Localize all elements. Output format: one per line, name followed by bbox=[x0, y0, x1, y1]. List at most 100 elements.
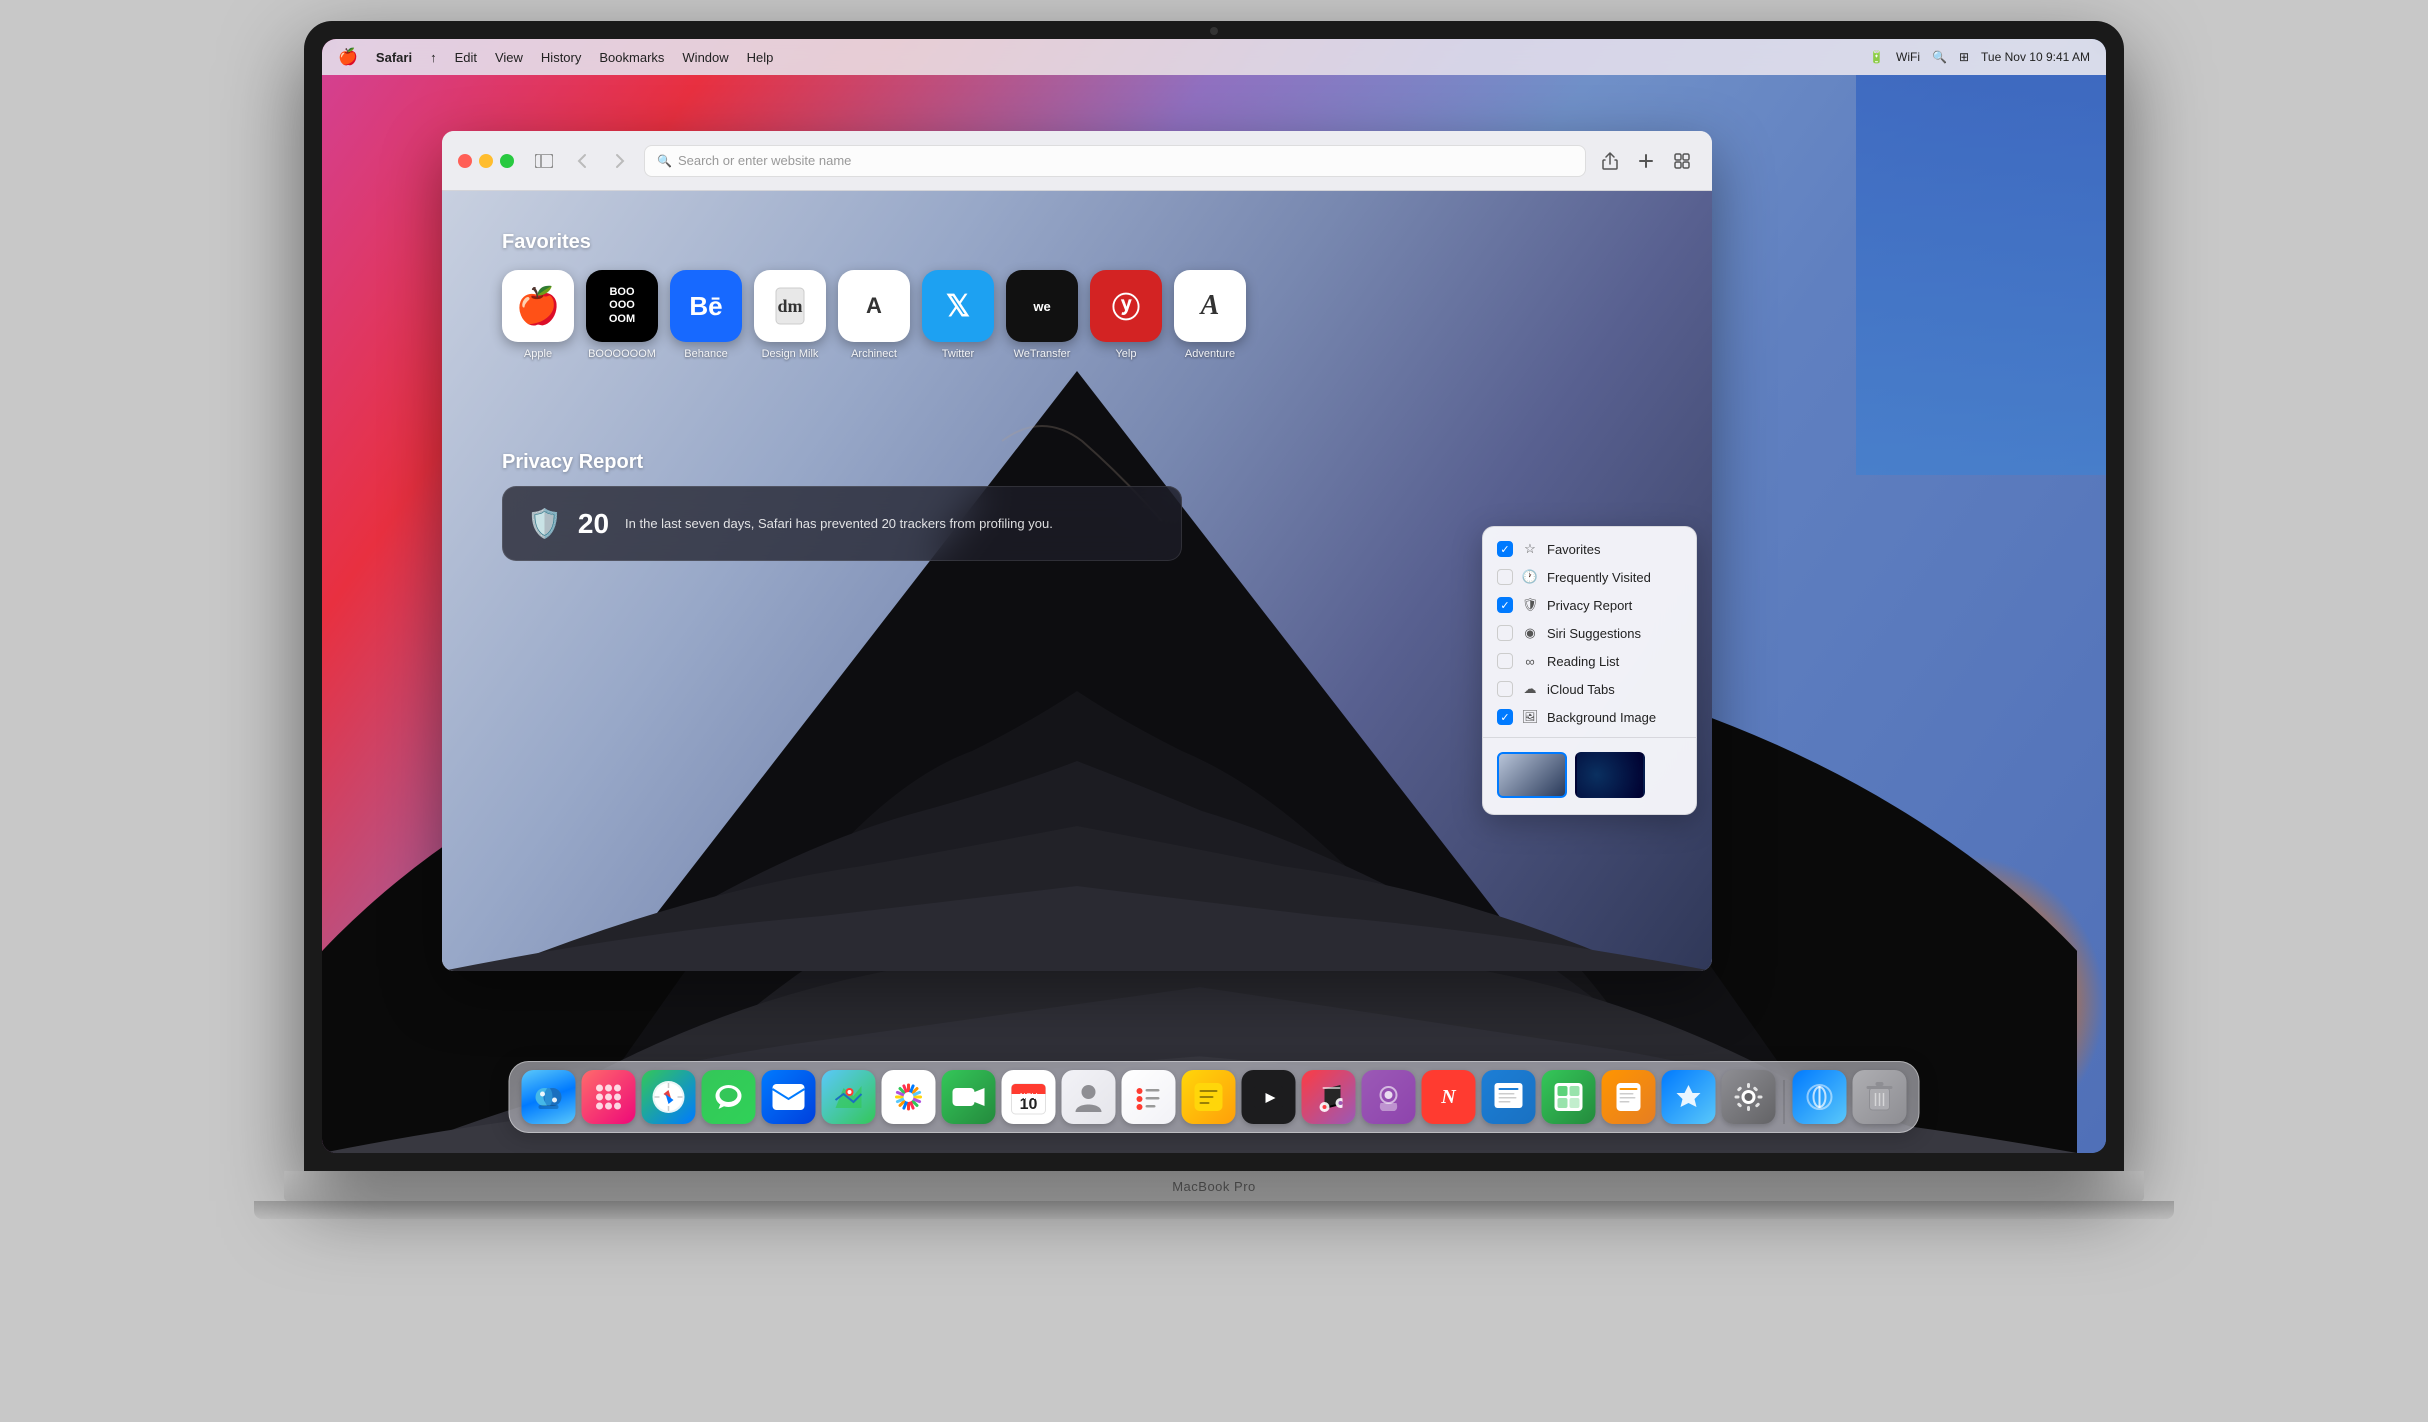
address-bar[interactable]: 🔍 Search or enter website name bbox=[644, 145, 1586, 177]
fav-icon-adventure: A bbox=[1174, 270, 1246, 342]
search-input[interactable]: Search or enter website name bbox=[678, 153, 851, 168]
minimize-button[interactable] bbox=[479, 154, 493, 168]
dock-item-siri[interactable] bbox=[1793, 1070, 1847, 1124]
dock-item-reminders[interactable] bbox=[1122, 1070, 1176, 1124]
macbook: 🍎 Safari ↑ Edit View History Bookmarks W… bbox=[164, 21, 2264, 1401]
safari-page: Favorites 🍎 Apple BOOOOOOOM bbox=[442, 191, 1712, 971]
sidebar-toggle-button[interactable] bbox=[530, 147, 558, 175]
customize-label-privacy-report: Privacy Report bbox=[1547, 598, 1632, 613]
dock-item-news[interactable]: N bbox=[1422, 1070, 1476, 1124]
customize-item-privacy-report[interactable]: ✓ 🛡 Privacy Report bbox=[1483, 591, 1696, 619]
dock-item-maps[interactable] bbox=[822, 1070, 876, 1124]
customize-item-siri-suggestions[interactable]: ◉ Siri Suggestions bbox=[1483, 619, 1696, 647]
menu-file[interactable]: ↑ bbox=[430, 50, 437, 65]
customize-label-favorites: Favorites bbox=[1547, 542, 1600, 557]
menu-help[interactable]: Help bbox=[747, 50, 774, 65]
customize-label-icloud-tabs: iCloud Tabs bbox=[1547, 682, 1615, 697]
dock-item-pages[interactable] bbox=[1602, 1070, 1656, 1124]
search-menubar-icon[interactable]: 🔍 bbox=[1932, 50, 1947, 64]
menu-history[interactable]: History bbox=[541, 50, 581, 65]
customize-label-reading-list: Reading List bbox=[1547, 654, 1619, 669]
customize-label-frequently-visited: Frequently Visited bbox=[1547, 570, 1651, 585]
search-icon: 🔍 bbox=[657, 154, 672, 168]
fav-item-archinect[interactable]: A Archinect bbox=[838, 270, 910, 360]
customize-item-reading-list[interactable]: ∞ Reading List bbox=[1483, 647, 1696, 675]
checkbox-icloud-tabs[interactable] bbox=[1497, 681, 1513, 697]
menubar-right: 🔋 WiFi 🔍 ⊞ Tue Nov 10 9:41 AM bbox=[1869, 50, 2090, 64]
fav-label-designmilk: Design Milk bbox=[762, 348, 819, 360]
fullscreen-button[interactable] bbox=[500, 154, 514, 168]
customize-item-favorites[interactable]: ✓ ☆ Favorites bbox=[1483, 535, 1696, 563]
dock-item-calendar[interactable]: 10NOV bbox=[1002, 1070, 1056, 1124]
frequently-visited-icon: 🕐 bbox=[1521, 569, 1539, 585]
dock-item-photos[interactable] bbox=[882, 1070, 936, 1124]
wallpaper-area: 🔍 Search or enter website name bbox=[322, 75, 2106, 1153]
checkbox-frequently-visited[interactable] bbox=[1497, 569, 1513, 585]
dock-item-notes[interactable] bbox=[1182, 1070, 1236, 1124]
fav-item-adventure[interactable]: A Adventure bbox=[1174, 270, 1246, 360]
dock-item-system-preferences[interactable] bbox=[1722, 1070, 1776, 1124]
fav-label-boooom: BOOOOOOM bbox=[588, 348, 656, 360]
menu-edit[interactable]: Edit bbox=[455, 50, 477, 65]
menu-window[interactable]: Window bbox=[682, 50, 728, 65]
back-button[interactable] bbox=[568, 147, 596, 175]
new-tab-button[interactable] bbox=[1632, 147, 1660, 175]
dock-item-safari[interactable] bbox=[642, 1070, 696, 1124]
fav-item-behance[interactable]: Bē Behance bbox=[670, 270, 742, 360]
fav-label-archinect: Archinect bbox=[851, 348, 897, 360]
battery-icon: 🔋 bbox=[1869, 50, 1884, 64]
apple-menu[interactable]: 🍎 bbox=[338, 47, 358, 67]
checkbox-reading-list[interactable] bbox=[1497, 653, 1513, 669]
menu-bookmarks[interactable]: Bookmarks bbox=[599, 50, 664, 65]
dock-item-appletv[interactable] bbox=[1242, 1070, 1296, 1124]
dock-item-keynote[interactable] bbox=[1482, 1070, 1536, 1124]
safari-window: 🔍 Search or enter website name bbox=[442, 131, 1712, 971]
dock-item-mail[interactable] bbox=[762, 1070, 816, 1124]
fav-icon-archinect: A bbox=[838, 270, 910, 342]
checkbox-favorites[interactable]: ✓ bbox=[1497, 541, 1513, 557]
fav-icon-wetransfer: we bbox=[1006, 270, 1078, 342]
forward-button[interactable] bbox=[606, 147, 634, 175]
camera-notch bbox=[1210, 27, 1218, 35]
dock-item-contacts[interactable] bbox=[1062, 1070, 1116, 1124]
icloud-tabs-icon: ☁ bbox=[1521, 681, 1539, 697]
bg-thumb-space[interactable] bbox=[1575, 752, 1645, 798]
dock-item-appstore[interactable] bbox=[1662, 1070, 1716, 1124]
fav-label-apple: Apple bbox=[524, 348, 552, 360]
dock-item-music[interactable] bbox=[1302, 1070, 1356, 1124]
checkbox-background-image[interactable]: ✓ bbox=[1497, 709, 1513, 725]
dock-item-numbers[interactable] bbox=[1542, 1070, 1596, 1124]
tab-overview-button[interactable] bbox=[1668, 147, 1696, 175]
fav-item-wetransfer[interactable]: we WeTransfer bbox=[1006, 270, 1078, 360]
dock-item-messages[interactable] bbox=[702, 1070, 756, 1124]
dock-item-trash[interactable] bbox=[1853, 1070, 1907, 1124]
customize-item-background-image[interactable]: ✓ 🖼 Background Image bbox=[1483, 703, 1696, 731]
datetime: Tue Nov 10 9:41 AM bbox=[1981, 50, 2090, 64]
fav-item-apple[interactable]: 🍎 Apple bbox=[502, 270, 574, 360]
close-button[interactable] bbox=[458, 154, 472, 168]
fav-label-yelp: Yelp bbox=[1115, 348, 1136, 360]
traffic-lights bbox=[458, 154, 514, 168]
checkbox-privacy-report[interactable]: ✓ bbox=[1497, 597, 1513, 613]
customize-item-frequently-visited[interactable]: 🕐 Frequently Visited bbox=[1483, 563, 1696, 591]
dock-item-finder[interactable] bbox=[522, 1070, 576, 1124]
screen-bezel: 🍎 Safari ↑ Edit View History Bookmarks W… bbox=[304, 21, 2124, 1171]
dock-item-launchpad[interactable] bbox=[582, 1070, 636, 1124]
dock-item-facetime[interactable] bbox=[942, 1070, 996, 1124]
fav-item-yelp[interactable]: ⓨ Yelp bbox=[1090, 270, 1162, 360]
control-center-icon[interactable]: ⊞ bbox=[1959, 50, 1969, 64]
menu-view[interactable]: View bbox=[495, 50, 523, 65]
fav-icon-yelp: ⓨ bbox=[1090, 270, 1162, 342]
fav-item-boooom[interactable]: BOOOOOOOM BOOOOOOM bbox=[586, 270, 658, 360]
customize-divider bbox=[1483, 737, 1696, 738]
dock-item-podcasts[interactable] bbox=[1362, 1070, 1416, 1124]
share-button[interactable] bbox=[1596, 147, 1624, 175]
fav-item-designmilk[interactable]: dm Design Milk bbox=[754, 270, 826, 360]
app-name[interactable]: Safari bbox=[376, 50, 412, 65]
customize-item-icloud-tabs[interactable]: ☁ iCloud Tabs bbox=[1483, 675, 1696, 703]
checkbox-siri-suggestions[interactable] bbox=[1497, 625, 1513, 641]
privacy-report-box[interactable]: 🛡️ 20 In the last seven days, Safari has… bbox=[502, 486, 1182, 561]
fav-item-twitter[interactable]: 𝕏 Twitter bbox=[922, 270, 994, 360]
dock-divider bbox=[1784, 1080, 1785, 1124]
bg-thumb-bigsur[interactable] bbox=[1497, 752, 1567, 798]
